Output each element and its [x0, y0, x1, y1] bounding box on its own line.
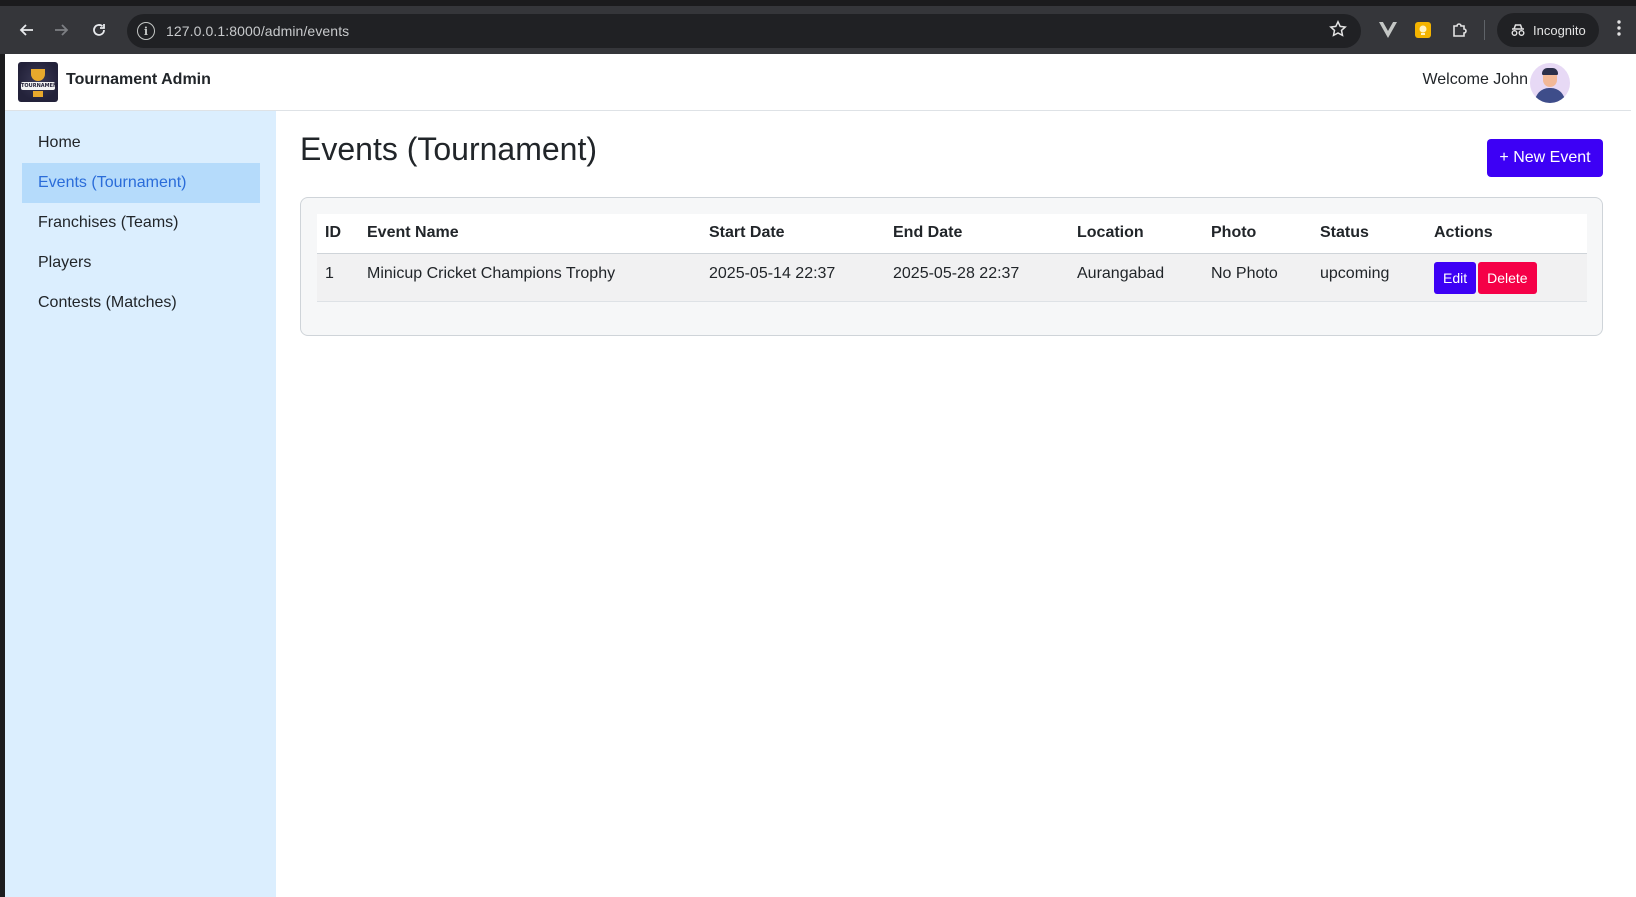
sidebar-item-contests[interactable]: Contests (Matches): [22, 283, 260, 323]
site-info-icon[interactable]: i: [137, 22, 155, 40]
page-title: Events (Tournament): [300, 131, 598, 167]
sidebar: Home Events (Tournament) Franchises (Tea…: [5, 111, 276, 897]
sidebar-item-franchises[interactable]: Franchises (Teams): [22, 203, 260, 243]
kebab-menu-icon[interactable]: [1614, 20, 1624, 40]
sidebar-item-label: Players: [38, 254, 92, 271]
cell-end-date: 2025-05-28 22:37: [893, 264, 1020, 282]
sidebar-item-label: Home: [38, 134, 81, 151]
column-header-end-date: End Date: [893, 224, 963, 242]
sidebar-item-label: Contests (Matches): [38, 294, 177, 311]
events-table: ID Event Name Start Date End Date Locati…: [317, 214, 1587, 302]
table-row: 1 Minicup Cricket Champions Trophy 2025-…: [317, 253, 1587, 301]
tournament-logo[interactable]: TOURNAMENT: [18, 62, 58, 102]
cell-status: upcoming: [1320, 264, 1390, 282]
avatar-body: [1535, 88, 1565, 103]
column-header-status: Status: [1320, 224, 1369, 242]
cell-location: Aurangabad: [1077, 264, 1165, 282]
reload-icon[interactable]: [86, 17, 112, 43]
bookmark-star-icon[interactable]: [1329, 20, 1347, 43]
cell-actions: Edit Delete: [1426, 253, 1587, 301]
app-navbar: TOURNAMENT Tournament Admin Welcome John: [5, 54, 1631, 111]
column-header-event-name: Event Name: [367, 224, 459, 242]
column-header-id: ID: [325, 224, 341, 242]
incognito-label: Incognito: [1533, 22, 1586, 38]
browser-toolbar: i 127.0.0.1:8000/admin/events Incognito: [0, 6, 1636, 54]
trophy-icon: [31, 69, 45, 81]
address-bar[interactable]: i 127.0.0.1:8000/admin/events: [127, 14, 1361, 48]
extensions-puzzle-icon[interactable]: [1451, 21, 1469, 43]
column-header-actions: Actions: [1434, 224, 1493, 242]
column-header-location: Location: [1077, 224, 1144, 242]
cell-photo: No Photo: [1211, 264, 1278, 282]
toolbar-divider: [1484, 20, 1485, 40]
column-header-start-date: Start Date: [709, 224, 785, 242]
cell-start-date: 2025-05-14 22:37: [709, 264, 836, 282]
sidebar-item-label: Events (Tournament): [38, 174, 187, 191]
avatar-hair: [1542, 68, 1558, 75]
avatar[interactable]: [1530, 63, 1570, 103]
extension-yellow-icon[interactable]: [1414, 21, 1432, 43]
forward-arrow-icon[interactable]: [48, 17, 74, 43]
back-arrow-icon[interactable]: [14, 17, 40, 43]
events-table-card: ID Event Name Start Date End Date Locati…: [300, 197, 1603, 336]
incognito-indicator[interactable]: Incognito: [1497, 13, 1599, 47]
new-event-button[interactable]: + New Event: [1487, 139, 1603, 177]
logo-text: TOURNAMENT: [21, 82, 58, 90]
welcome-text: Welcome John: [1422, 71, 1528, 88]
table-header-row: ID Event Name Start Date End Date Locati…: [317, 214, 1587, 253]
brand-title[interactable]: Tournament Admin: [66, 71, 211, 89]
sidebar-item-events[interactable]: Events (Tournament): [22, 163, 260, 203]
cell-event-name: Minicup Cricket Champions Trophy: [367, 264, 616, 282]
cell-id: 1: [325, 264, 334, 282]
incognito-icon: [1510, 23, 1526, 37]
window-right-edge: [1631, 54, 1636, 897]
trophy-base: [33, 91, 43, 97]
delete-button[interactable]: Delete: [1478, 261, 1537, 294]
sidebar-item-label: Franchises (Teams): [38, 214, 179, 231]
sidebar-item-players[interactable]: Players: [22, 243, 260, 283]
column-header-photo: Photo: [1211, 224, 1257, 242]
address-bar-url[interactable]: 127.0.0.1:8000/admin/events: [166, 23, 349, 39]
edit-button[interactable]: Edit: [1434, 261, 1477, 294]
sidebar-item-home[interactable]: Home: [22, 123, 260, 163]
vue-devtools-icon[interactable]: [1379, 22, 1397, 42]
